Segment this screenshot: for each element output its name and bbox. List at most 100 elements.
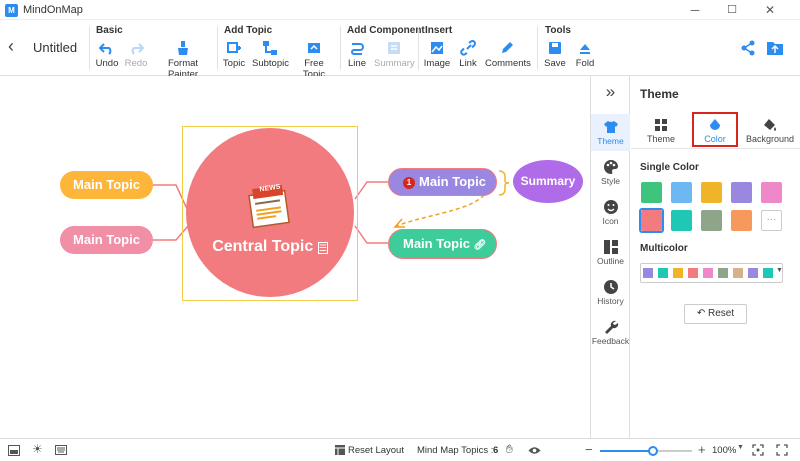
line-label: Line <box>348 58 366 69</box>
divider <box>537 26 538 70</box>
free-topic-button[interactable]: Free Topic <box>293 40 335 80</box>
single-color-swatch[interactable] <box>761 182 782 203</box>
reset-button[interactable]: ↶ Reset <box>684 304 747 324</box>
minimize-button[interactable]: ─ <box>680 0 710 20</box>
single-color-swatch[interactable] <box>731 182 752 203</box>
format-painter-button[interactable]: Format Painter <box>153 40 213 80</box>
palette-icon <box>603 159 618 174</box>
main-topic-right-2-label: Main Topic <box>403 236 470 251</box>
back-arrow-icon[interactable]: ‹ <box>8 36 14 57</box>
image-button[interactable]: Image <box>423 40 451 69</box>
group-title-add-component: Add Component <box>347 25 425 36</box>
app-title: MindOnMap <box>23 4 83 16</box>
reset-layout-button[interactable]: Reset Layout <box>348 445 404 456</box>
single-color-swatch[interactable] <box>701 182 722 203</box>
keyboard-icon[interactable] <box>55 445 67 455</box>
fold-label: Fold <box>575 58 595 69</box>
central-topic[interactable]: NEWS Central Topic ☰ <box>186 128 354 297</box>
close-button[interactable]: ✕ <box>755 0 785 20</box>
group-title-tools: Tools <box>545 25 571 36</box>
collapse-panel-icon[interactable]: » <box>591 82 630 102</box>
single-color-swatch-selected[interactable] <box>641 210 662 231</box>
zoom-out-button[interactable]: − <box>585 442 593 457</box>
save-label: Save <box>544 58 566 69</box>
zoom-in-button[interactable]: + <box>698 442 706 457</box>
topic-icon <box>227 42 241 53</box>
undo-button[interactable]: Undo <box>94 40 120 69</box>
sidebar-item-icon[interactable]: Icon <box>591 199 630 226</box>
hand-tool-icon[interactable]: ✋︎ <box>506 442 513 457</box>
redo-label: Redo <box>124 58 148 69</box>
brightness-icon[interactable]: ☀ <box>32 442 43 456</box>
sidebar-item-feedback[interactable]: Feedback <box>591 319 630 346</box>
paint-bucket-icon <box>710 119 720 130</box>
reset-layout-icon <box>335 445 345 455</box>
chevron-down-icon: ▼ <box>776 267 783 274</box>
toolbar: ‹ Untitled Basic Undo Redo Format Painte… <box>0 20 800 80</box>
main-topic-left-1[interactable]: Main Topic <box>60 171 153 199</box>
tab-color[interactable]: Color <box>692 112 738 147</box>
line-button[interactable]: Line <box>345 40 369 69</box>
smiley-icon <box>603 200 618 214</box>
zoom-value[interactable]: 100% <box>712 445 736 456</box>
fullscreen-icon[interactable] <box>776 444 788 456</box>
sidebar-item-history[interactable]: History <box>591 279 630 306</box>
topic-button[interactable]: Topic <box>222 40 246 69</box>
tab-theme[interactable]: Theme <box>641 118 681 144</box>
comments-button[interactable]: Comments <box>485 40 531 69</box>
single-color-swatch[interactable] <box>671 182 692 203</box>
group-title-add-topic: Add Topic <box>224 25 273 36</box>
mind-map-canvas[interactable]: NEWS Central Topic ☰ Main Topic Main Top… <box>0 76 590 438</box>
multicolor-chip <box>643 268 653 278</box>
reset-icon: ↶ <box>696 308 706 319</box>
topics-count-value: 6 <box>493 445 499 456</box>
single-color-swatch[interactable] <box>701 210 722 231</box>
multicolor-chip <box>748 268 758 278</box>
sidebar-item-theme[interactable]: Theme <box>591 119 630 146</box>
multicolor-chip <box>733 268 743 278</box>
subtopic-button[interactable]: Subtopic <box>252 40 289 69</box>
group-title-basic: Basic <box>96 25 123 36</box>
subtopic-label: Subtopic <box>252 58 289 69</box>
main-topic-left-2[interactable]: Main Topic <box>60 226 153 254</box>
status-bar: ☀ Reset Layout Mind Map Topics : 6 ✋︎ − … <box>0 438 800 461</box>
sidebar-item-outline[interactable]: Outline <box>591 239 630 266</box>
sidebar-item-style[interactable]: Style <box>591 159 630 186</box>
divider <box>631 148 800 149</box>
divider <box>89 26 90 70</box>
fold-button[interactable]: Fold <box>573 40 597 69</box>
export-icon[interactable] <box>766 40 784 56</box>
pencil-icon <box>502 42 513 53</box>
fit-screen-icon[interactable] <box>752 444 764 456</box>
single-color-swatch[interactable] <box>641 182 662 203</box>
single-color-swatch[interactable] <box>671 210 692 231</box>
multicolor-chip <box>718 268 728 278</box>
link-button[interactable]: Link <box>456 40 480 69</box>
zoom-slider-fill <box>600 450 656 452</box>
single-color-swatch[interactable] <box>731 210 752 231</box>
summary-topic[interactable]: Summary <box>513 160 583 203</box>
document-title[interactable]: Untitled <box>33 40 77 55</box>
zoom-slider-track[interactable] <box>600 446 692 456</box>
redo-button[interactable]: Redo <box>123 40 149 69</box>
central-topic-label: Central Topic ☰ <box>212 238 328 255</box>
tab-background[interactable]: Background <box>744 118 796 144</box>
zoom-slider-knob[interactable] <box>648 446 659 456</box>
main-topic-right-1[interactable]: 1 Main Topic <box>388 168 497 196</box>
save-button[interactable]: Save <box>543 40 567 69</box>
multicolor-select[interactable]: ▼ <box>640 263 783 283</box>
maximize-button[interactable]: ☐ <box>717 0 747 20</box>
zoom-dropdown-icon[interactable]: ▼ <box>737 444 744 451</box>
undo-icon <box>99 43 112 55</box>
summary-label: Summary <box>374 58 415 69</box>
main-topic-right-2[interactable]: Main Topic 🔗︎ <box>388 229 497 259</box>
summary-icon <box>388 42 400 54</box>
more-colors-button[interactable]: ··· <box>761 210 782 231</box>
eye-icon[interactable] <box>528 446 541 455</box>
summary-button[interactable]: Summary <box>374 40 415 69</box>
grid-icon <box>655 119 667 131</box>
clock-icon <box>603 280 618 294</box>
image-label: Image <box>423 58 451 69</box>
panel-toggle-icon[interactable] <box>8 445 20 456</box>
share-icon[interactable] <box>740 40 756 56</box>
